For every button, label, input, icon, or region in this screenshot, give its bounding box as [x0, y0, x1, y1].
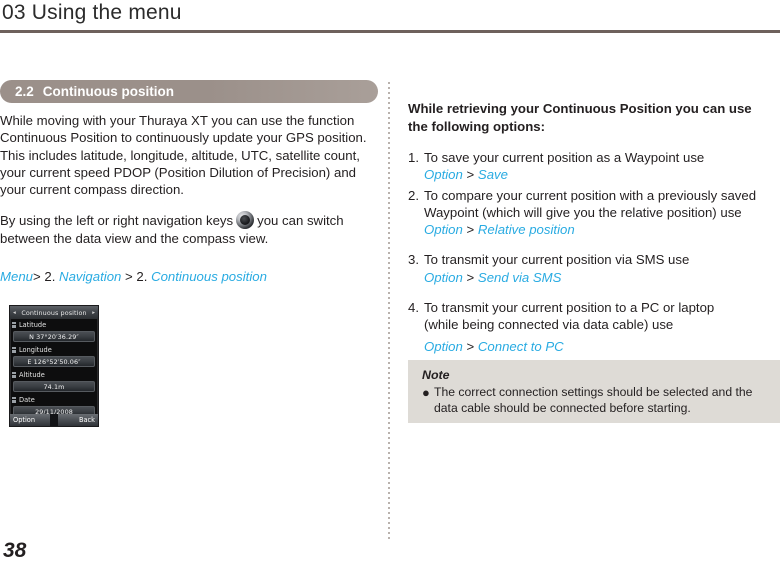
lcd-field-value-latitude: N 37°20′36.29″ [13, 331, 95, 343]
header-rule-divider [0, 30, 780, 33]
option-text-line2: (while being connected via data cable) u… [424, 317, 674, 333]
path-separator: > [466, 269, 475, 285]
option-list-item-4: 4. To transmit your current position to … [408, 299, 780, 355]
breadcrumb-index-2: 2. [136, 269, 148, 285]
lcd-value-text: E 126°52′50.06″ [27, 357, 81, 366]
right-column: While retrieving your Continuous Positio… [408, 100, 780, 358]
lcd-field-value-longitude: E 126°52′50.06″ [13, 356, 95, 368]
breadcrumb-separator-2: > [125, 269, 133, 285]
chapter-title: 03 Using the menu [2, 1, 182, 24]
option-list-item-3: 3. To transmit your current position via… [408, 251, 780, 286]
lcd-title-bar: ◂ Continuous position ▸ [10, 306, 98, 320]
option-text: To save your current position as a Waypo… [424, 150, 705, 165]
breadcrumb-index-1: 2. [44, 269, 56, 285]
option-path: Option > Send via SMS [424, 269, 780, 286]
breadcrumb-root[interactable]: Menu [0, 269, 33, 284]
softkey-option[interactable]: Option [10, 414, 50, 427]
intro-paragraph: While moving with your Thuraya XT you ca… [0, 113, 367, 198]
lcd-field-label-altitude: Altitude [10, 369, 98, 381]
option-text: To transmit your current position via SM… [424, 252, 690, 268]
section-title: Continuous position [42, 84, 175, 99]
option-path: Option > Relative position [424, 221, 780, 238]
list-marker: 3. [408, 252, 419, 268]
lcd-label-text: Date [19, 396, 35, 405]
lcd-field-label-date: Date [10, 394, 98, 406]
device-screen-figure: ◂ Continuous position ▸ Latitude N 37°20… [9, 305, 99, 428]
path-separator: > [466, 222, 475, 238]
option-content: To transmit your current position via SM… [424, 251, 780, 286]
option-content: To compare your current position with a … [424, 187, 780, 239]
note-title: Note [422, 368, 450, 382]
breadcrumb-separator-1: > [33, 269, 41, 285]
path-root[interactable]: Option [424, 339, 463, 354]
page-number: 38 [3, 539, 27, 562]
option-list-item-1: 1. To save your current position as a Wa… [408, 149, 780, 184]
option-text: To transmit your current position to a P… [424, 300, 715, 316]
breadcrumb-item-continuous-position[interactable]: Continuous position [151, 269, 267, 284]
lcd-label-text: Altitude [19, 371, 45, 380]
page-header: 03 Using the menu [0, 0, 780, 38]
chevron-left-icon[interactable]: ◂ [13, 310, 16, 316]
path-separator: > [466, 167, 475, 183]
left-column: 2.2 Continuous position While moving wit… [0, 80, 378, 428]
navigation-keys-paragraph: By using the left or right navigation ke… [0, 211, 372, 247]
lcd-label-text: Latitude [19, 321, 47, 330]
path-target[interactable]: Relative position [478, 222, 575, 237]
option-path: Option > Connect to PC [424, 338, 780, 355]
path-root[interactable]: Option [424, 222, 463, 237]
lcd-field-value-altitude: 74.1m [13, 381, 95, 393]
lcd-label-text: Longitude [19, 346, 52, 355]
note-bullet-icon: ● [422, 385, 430, 400]
lcd-field-label-longitude: Longitude [10, 344, 98, 356]
lcd-value-text: N 37°20′36.29″ [29, 332, 79, 341]
list-marker: 1. [408, 150, 419, 165]
lcd-field-label-latitude: Latitude [10, 319, 98, 331]
option-content: To save your current position as a Waypo… [424, 149, 780, 184]
lcd-field-bullet-icon [12, 397, 16, 404]
path-target[interactable]: Save [478, 167, 508, 182]
list-marker: 2. [408, 187, 419, 203]
path-target[interactable]: Connect to PC [478, 339, 564, 354]
path-root[interactable]: Option [424, 167, 463, 182]
lcd-field-bullet-icon [12, 322, 16, 329]
note-callout-box: Note ● The correct connection settings s… [408, 360, 780, 423]
section-heading-banner: 2.2 Continuous position [0, 80, 378, 103]
chevron-right-icon[interactable]: ▸ [92, 310, 95, 316]
lcd-field-bullet-icon [12, 372, 16, 379]
breadcrumb: Menu> 2. Navigation > 2. Continuous posi… [0, 268, 378, 285]
lcd-softkey-bar: Option Back [10, 414, 98, 427]
navkey-text-before: By using the left or right navigation ke… [0, 213, 234, 229]
lcd-field-bullet-icon [12, 347, 16, 354]
option-content: To transmit your current position to a P… [424, 299, 780, 355]
option-list-item-2: 2. To compare your current position with… [408, 187, 780, 239]
note-body: ● The correct connection settings should… [422, 385, 768, 416]
options-heading: While retrieving your Continuous Positio… [408, 101, 752, 134]
lcd-title-text: Continuous position [21, 308, 87, 317]
option-path: Option > Save [424, 166, 780, 183]
softkey-back[interactable]: Back [58, 414, 98, 427]
note-text: The correct connection settings should b… [434, 385, 753, 415]
path-target[interactable]: Send via SMS [478, 270, 562, 285]
column-divider [388, 82, 390, 540]
option-text: To compare your current position with a … [424, 187, 757, 220]
lcd-value-text: 74.1m [43, 382, 65, 391]
section-number: 2.2 [15, 84, 34, 99]
path-root[interactable]: Option [424, 270, 463, 285]
breadcrumb-item-navigation[interactable]: Navigation [59, 269, 121, 284]
list-marker: 4. [408, 300, 419, 316]
navigation-key-icon [236, 211, 255, 230]
path-separator: > [466, 338, 475, 354]
